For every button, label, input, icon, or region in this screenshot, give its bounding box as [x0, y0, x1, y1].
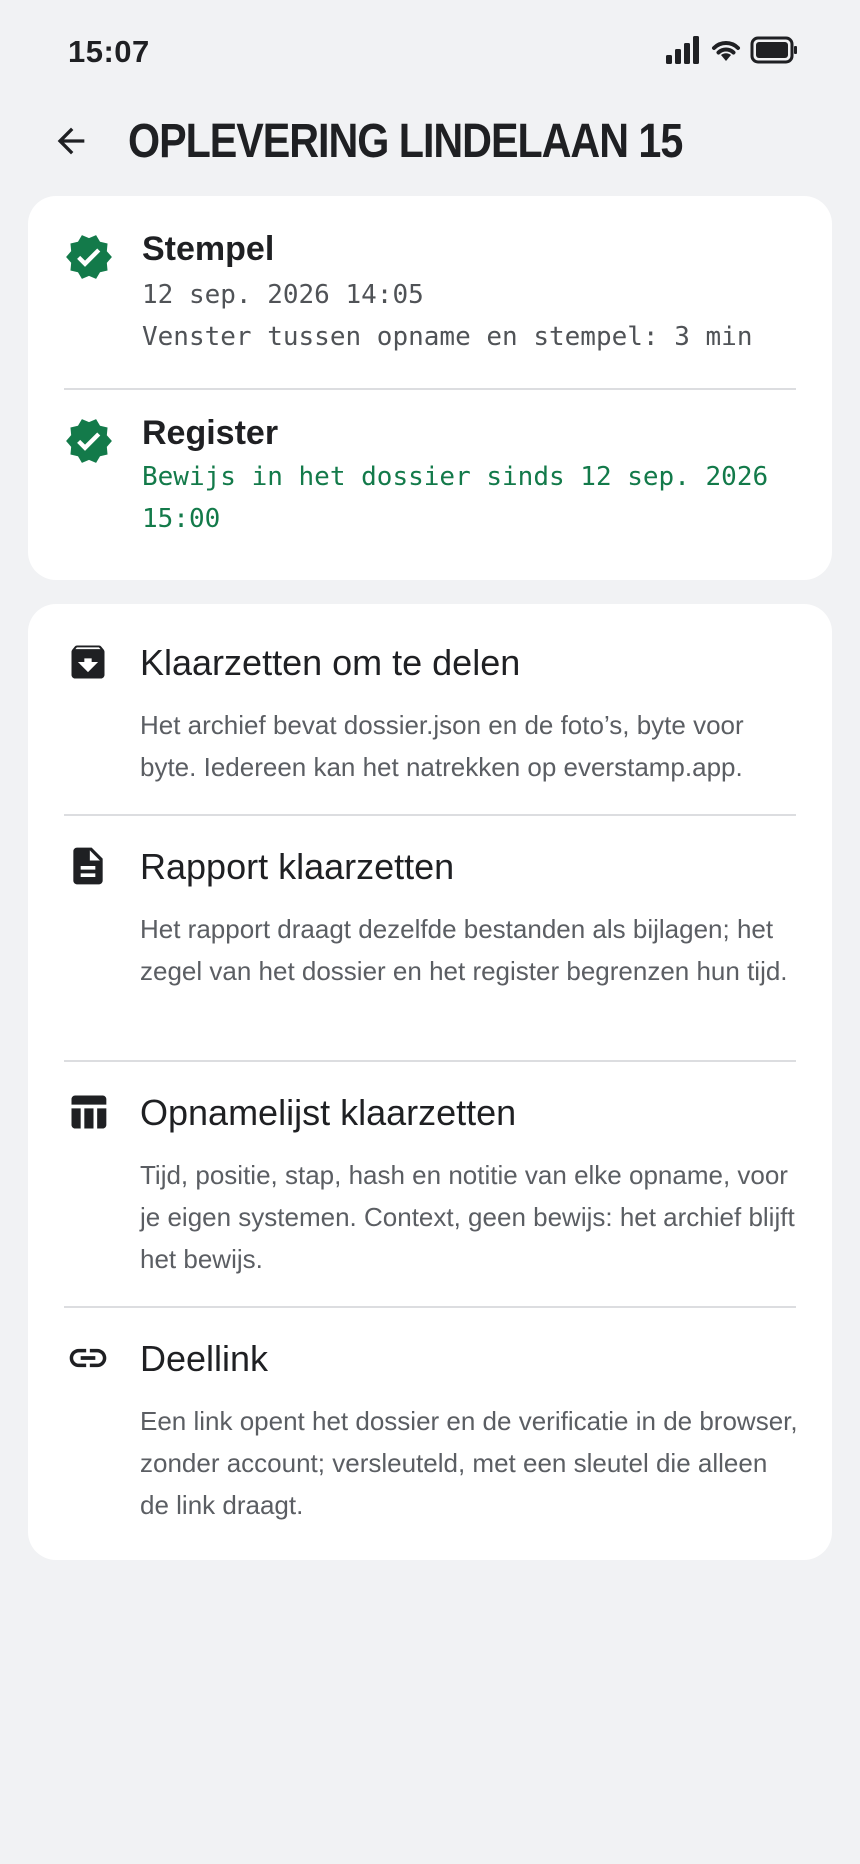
divider	[64, 814, 796, 816]
share-link-action[interactable]: Deellink Een link opent het dossier en d…	[28, 1330, 832, 1540]
register-evidence: Bewijs in het dossier sinds 12 sep. 2026…	[142, 462, 769, 534]
capture-list-title: Opnamelijst klaarzetten	[140, 1092, 517, 1133]
divider	[64, 1306, 796, 1308]
status-card: Stempel 12 sep. 2026 14:05 Venster tusse…	[28, 196, 832, 580]
link-icon	[69, 1348, 107, 1368]
capture-list-action[interactable]: Opnamelijst klaarzetten Tijd, positie, s…	[28, 1084, 832, 1294]
share-ready-description: Het archief bevat dossier.json en de fot…	[140, 710, 744, 782]
verified-badge-icon	[66, 235, 112, 279]
stamp-datetime: 12 sep. 2026 14:05	[142, 280, 424, 310]
report-description: Het rapport draagt dezelfde bestanden al…	[140, 914, 788, 986]
signal-icon	[666, 36, 699, 64]
actions-card: Klaarzetten om te delen Het archief beva…	[28, 604, 832, 1560]
wifi-icon	[712, 41, 740, 61]
status-bar: 15:07	[0, 0, 860, 104]
stamp-status-row: Stempel 12 sep. 2026 14:05 Venster tusse…	[64, 230, 796, 352]
stamp-title: Stempel	[142, 230, 275, 268]
archive-download-icon	[71, 645, 105, 679]
app-bar: OPLEVERING LINDELAAN 15	[0, 104, 860, 190]
divider	[64, 1060, 796, 1062]
divider	[64, 388, 796, 390]
capture-list-description: Tijd, positie, stap, hash en notitie van…	[140, 1160, 795, 1274]
register-title: Register	[142, 414, 279, 452]
stamp-window: Venster tussen opname en stempel: 3 min	[142, 322, 753, 352]
status-time: 15:07	[68, 34, 150, 69]
verified-badge-icon	[66, 419, 112, 463]
register-status-row: Register Bewijs in het dossier sinds 12 …	[64, 414, 796, 546]
document-icon	[73, 847, 103, 885]
back-button[interactable]	[42, 112, 100, 170]
arrow-back-icon	[57, 127, 85, 155]
battery-icon	[750, 36, 797, 64]
table-icon	[71, 1095, 107, 1129]
share-link-title: Deellink	[140, 1338, 269, 1379]
share-link-description: Een link opent het dossier en de verific…	[140, 1406, 798, 1520]
status-icons	[666, 36, 798, 64]
share-ready-action[interactable]: Klaarzetten om te delen Het archief beva…	[28, 634, 832, 804]
report-action[interactable]: Rapport klaarzetten Het rapport draagt d…	[28, 838, 832, 1048]
share-ready-title: Klaarzetten om te delen	[140, 642, 521, 683]
report-title: Rapport klaarzetten	[140, 846, 455, 887]
page-title: OPLEVERING LINDELAAN 15	[128, 115, 683, 168]
